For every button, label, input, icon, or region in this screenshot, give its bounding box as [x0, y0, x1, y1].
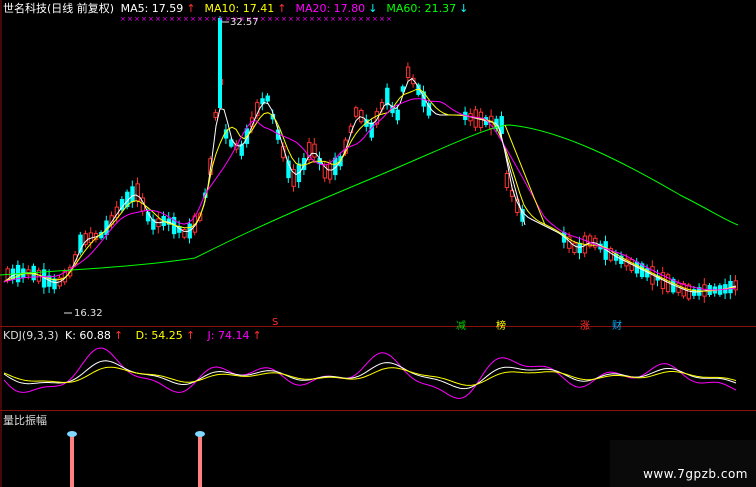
chart-canvas[interactable]: × × × × × × × × × × × × × × × × × × × × × × × × × × × × × × × × × × × × × × × [0, 0, 756, 487]
volume-title: 量比振幅 [3, 414, 47, 427]
top-marker: × [218, 15, 224, 23]
top-marker: × [295, 15, 301, 23]
top-marker: × [134, 15, 140, 23]
top-marker: × [169, 15, 175, 23]
watermark: www.7gpzb.com [643, 467, 748, 481]
top-marker: × [127, 15, 133, 23]
ma-legend-item: MA60: 21.37 [386, 2, 457, 15]
candle-body [353, 107, 359, 117]
top-marker: × [267, 15, 273, 23]
candle-body [504, 173, 510, 188]
candle-body [312, 143, 317, 158]
ma-trend-arrow-icon: ↓ [368, 2, 378, 15]
volume-header: 量比振幅 [3, 414, 50, 428]
top-marker: × [155, 15, 161, 23]
signal-cai: 财 [612, 321, 622, 332]
candle-body [385, 87, 390, 106]
ma-legend-item: MA20: 17.80 [295, 2, 366, 15]
kdj-d-value: D: 54.25 [135, 329, 183, 342]
top-marker: × [260, 15, 266, 23]
candle-body [135, 183, 140, 202]
top-marker: × [372, 15, 378, 23]
top-marker: × [190, 15, 196, 23]
top-marker: × [323, 15, 329, 23]
kdj-k-arrow-icon: ↑ [113, 329, 124, 342]
chart-mask-area [195, 222, 560, 264]
kdj-j-arrow-icon: ↑ [252, 329, 262, 342]
price-header: 世名科技(日线 前复权) MA5: 17.59 ↑ MA10: 17.41 ↑ MA20… [3, 2, 480, 16]
ma-trend-arrow-icon: ↓ [459, 2, 469, 15]
top-marker: × [337, 15, 343, 23]
top-marker: × [330, 15, 336, 23]
ma-legend-item: MA5: 17.59 [120, 2, 184, 15]
kdj-k-value: K: 60.88 [65, 329, 111, 342]
candle-body [52, 278, 57, 290]
top-marker: × [316, 15, 322, 23]
kdj-j-line [3, 347, 737, 399]
top-marker: × [211, 15, 217, 23]
top-marker: × [309, 15, 315, 23]
top-marker: × [120, 15, 126, 23]
candle-body [265, 95, 270, 102]
top-marker: × [148, 15, 154, 23]
ma-trend-arrow-icon: ↑ [277, 2, 287, 15]
candle-body [130, 186, 135, 203]
candle-body [213, 112, 218, 118]
low-price-label: 16.32 [74, 308, 103, 319]
ma-trend-arrow-icon: ↑ [186, 2, 196, 15]
panel-separator-2 [0, 410, 756, 411]
high-price-label: 32.57 [230, 17, 259, 28]
candle-body [359, 110, 364, 123]
candle-body [327, 163, 333, 180]
candle-body [218, 18, 222, 108]
ma-legend-item: MA10: 17.41 [204, 2, 275, 15]
panel-separator [0, 326, 756, 327]
volume-peak-marker [195, 431, 205, 437]
top-marker: × [302, 15, 308, 23]
candle-body [577, 242, 582, 254]
top-marker: × [197, 15, 203, 23]
signal-jian: 减 [456, 321, 466, 332]
top-marker: × [288, 15, 294, 23]
stock-chart-window: × × × × × × × × × × × × × × × × × × × × × × × × × × × × × × × × × × × × × × × … [0, 0, 756, 487]
kdj-title: KDJ(9,3,3) [3, 329, 59, 342]
top-marker: × [351, 15, 357, 23]
top-marker: × [386, 15, 392, 23]
kdj-d-arrow-icon: ↑ [185, 329, 196, 342]
signal-bang: 榜 [496, 321, 506, 332]
top-marker: × [344, 15, 350, 23]
top-marker: × [141, 15, 147, 23]
candle-body [405, 66, 411, 79]
top-marker: × [358, 15, 364, 23]
top-marker: × [365, 15, 371, 23]
volume-bar [198, 434, 202, 487]
top-marker: × [204, 15, 210, 23]
volume-bar [70, 434, 74, 487]
signal-zhang: 涨 [580, 321, 590, 332]
kdj-j-value: J: 74.14 [207, 329, 250, 342]
volume-peak-marker [67, 431, 77, 437]
kdj-header: KDJ(9,3,3) K: 60.88 ↑ D: 54.25 ↑ J: 74.14 ↑ [3, 329, 271, 343]
top-marker: × [162, 15, 168, 23]
candle-body [395, 109, 400, 121]
ma-legend: MA5: 17.59 ↑ MA10: 17.41 ↑ MA20: 17.80 ↓ MA60:… [121, 2, 478, 15]
top-marker: × [281, 15, 287, 23]
top-marker: × [379, 15, 385, 23]
top-marker: × [274, 15, 280, 23]
signal-s: S [272, 317, 279, 328]
stock-title: 世名科技(日线 前复权) [3, 2, 115, 15]
top-marker: × [176, 15, 182, 23]
top-marker: × [183, 15, 189, 23]
